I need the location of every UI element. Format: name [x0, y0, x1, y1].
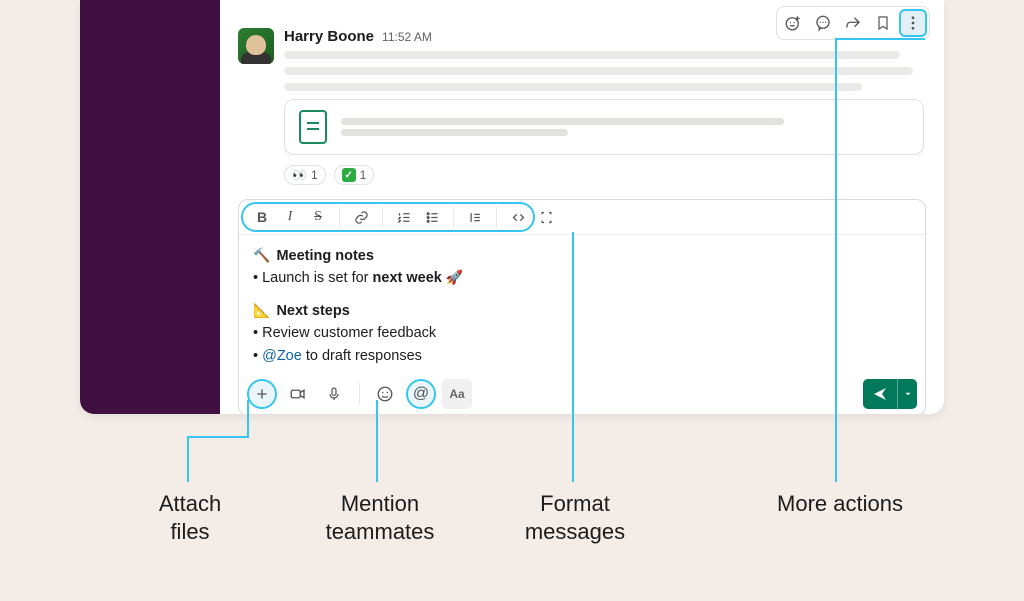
format-toggle-button[interactable]: Aa [442, 379, 472, 409]
bullet-line: • @Zoe to draft responses [253, 345, 911, 367]
ordered-list-button[interactable] [391, 204, 417, 230]
video-button[interactable] [283, 379, 313, 409]
message-body: Harry Boone 11:52 AM 👀 1 [284, 28, 926, 185]
reaction-check[interactable]: ✓ 1 [334, 165, 375, 185]
pencil-icon: 📐 [253, 300, 270, 322]
attachment-meta [341, 114, 909, 140]
rocket-icon: 🚀 [446, 269, 463, 285]
code-button[interactable] [505, 204, 531, 230]
bullet-list-button[interactable] [419, 204, 445, 230]
callout-line [376, 400, 378, 482]
link-button[interactable] [348, 204, 374, 230]
bookmark-icon[interactable] [869, 9, 897, 37]
strike-button[interactable]: S [305, 204, 331, 230]
callout-line [187, 436, 249, 438]
eyes-icon: 👀 [292, 168, 307, 182]
composer-body[interactable]: 🔨 Meeting notes • Launch is set for next… [239, 235, 925, 375]
blockquote-button[interactable] [462, 204, 488, 230]
callout-line [187, 436, 189, 482]
share-icon[interactable] [839, 9, 867, 37]
check-icon: ✓ [342, 168, 356, 182]
composer-bottom-bar: @ Aa [239, 375, 925, 414]
message-time: 11:52 AM [382, 30, 432, 44]
left-sidebar [80, 0, 220, 414]
attach-button[interactable] [247, 379, 277, 409]
message-line [284, 51, 900, 59]
bullet-line: • Review customer feedback [253, 322, 911, 344]
hammer-icon: 🔨 [253, 245, 270, 267]
reaction-count: 1 [360, 168, 367, 182]
reaction-bar: 👀 1 ✓ 1 [284, 165, 926, 185]
message-action-bar [776, 6, 930, 40]
more-actions-icon[interactable] [899, 9, 927, 37]
message-row: Harry Boone 11:52 AM 👀 1 [238, 28, 926, 185]
label-mention: Mention teammates [310, 490, 450, 545]
mention-button[interactable]: @ [406, 379, 436, 409]
callout-line [835, 38, 837, 482]
label-attach: Attach files [135, 490, 245, 545]
mention[interactable]: @Zoe [262, 348, 302, 364]
heading-text: Next steps [276, 300, 349, 322]
bold-button[interactable]: B [249, 204, 275, 230]
callout-line [247, 400, 249, 436]
file-attachment[interactable] [284, 99, 924, 155]
avatar[interactable] [238, 28, 274, 64]
app-window: Harry Boone 11:52 AM 👀 1 [80, 0, 944, 414]
send-group [863, 379, 917, 409]
callout-line [835, 38, 925, 40]
author-name[interactable]: Harry Boone [284, 28, 374, 45]
send-options-button[interactable] [897, 379, 917, 409]
callout-line [572, 232, 574, 482]
format-toolbar: B I S [239, 200, 925, 235]
message-line [284, 67, 913, 75]
message-line [284, 83, 862, 91]
react-icon[interactable] [779, 9, 807, 37]
italic-button[interactable]: I [277, 204, 303, 230]
audio-button[interactable] [319, 379, 349, 409]
document-icon [299, 110, 327, 144]
label-format: Format messages [510, 490, 640, 545]
send-button[interactable] [863, 379, 897, 409]
heading-text: Meeting notes [276, 245, 373, 267]
emoji-button[interactable] [370, 379, 400, 409]
thread-icon[interactable] [809, 9, 837, 37]
codeblock-button[interactable] [533, 204, 559, 230]
reaction-count: 1 [311, 168, 318, 182]
bullet-line: • Launch is set for next week 🚀 [253, 267, 911, 289]
reaction-eyes[interactable]: 👀 1 [284, 165, 326, 185]
message-composer: B I S [238, 199, 926, 414]
label-more: More actions [760, 490, 920, 518]
